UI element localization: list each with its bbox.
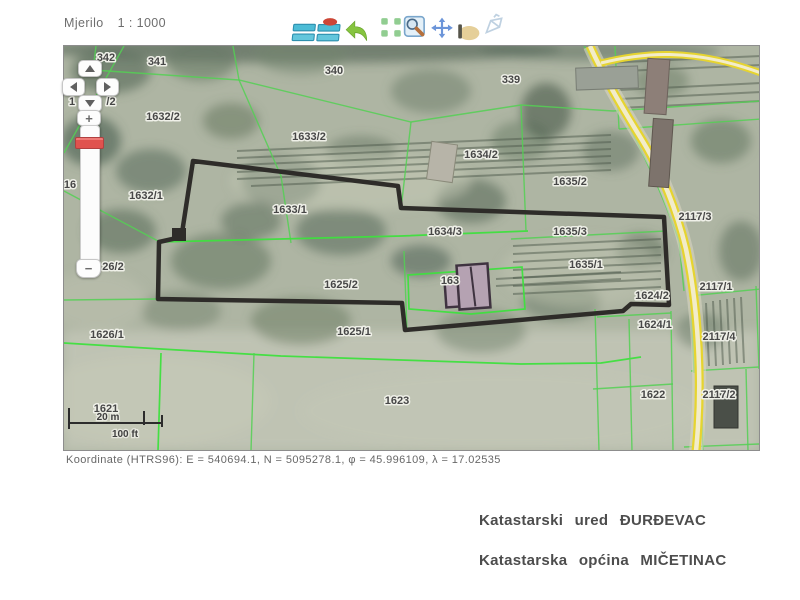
layers-icon[interactable] xyxy=(291,20,317,46)
parcel-label: 1625/2 xyxy=(324,279,358,291)
back-arrow-icon[interactable] xyxy=(344,18,370,44)
parcel-label: 2117/1 xyxy=(699,281,732,293)
parcel-label: 16 xyxy=(64,179,76,191)
parcel-label: 1634/2 xyxy=(464,149,498,161)
zoom-out-button[interactable]: − xyxy=(76,259,101,278)
cadastral-office-line: Katastarski ured ĐURĐEVAC xyxy=(479,512,707,529)
pan-up-button[interactable] xyxy=(78,60,102,77)
down-arrow-icon xyxy=(85,100,95,107)
parcel-label: 1632/2 xyxy=(146,111,180,123)
scale-bar-meters: 20 m xyxy=(97,412,120,423)
right-arrow-icon xyxy=(104,82,111,92)
scale-label: Mjerilo xyxy=(64,16,104,30)
faded-printer-icon[interactable] xyxy=(481,13,507,39)
parcel-label: 1625/1 xyxy=(337,326,371,338)
pan-right-button[interactable] xyxy=(96,78,119,96)
parcel-label: 26/2 xyxy=(102,261,123,273)
parcel-label: 339 xyxy=(502,74,520,86)
parcel-label: 1634/3 xyxy=(428,226,462,238)
parcel-label: 1626/1 xyxy=(90,329,124,341)
parcel-label: 1635/2 xyxy=(553,176,587,188)
parcel-label: 2117/2 xyxy=(702,389,735,401)
scale-value: 1 : 1000 xyxy=(117,16,167,30)
up-arrow-icon xyxy=(85,65,95,72)
parcel-label: 163 xyxy=(441,275,459,287)
parcel-label: 1623 xyxy=(385,395,409,407)
zoom-slider-handle[interactable] xyxy=(75,137,104,149)
parcel-label: 1632/1 xyxy=(129,190,163,202)
zoom-select-icon[interactable] xyxy=(403,15,429,41)
parcel-label: 2117/3 xyxy=(678,211,711,223)
left-arrow-icon xyxy=(70,82,77,92)
cadastral-municipality-line: Katastarska općina MIČETINAC xyxy=(479,552,727,569)
parcel-label: 1622 xyxy=(641,389,665,401)
identify-icon[interactable] xyxy=(455,19,481,45)
pan-icon[interactable] xyxy=(429,16,455,42)
layers-edit-icon[interactable] xyxy=(316,17,342,43)
parcel-label: 1633/1 xyxy=(273,204,307,216)
coordinates-readout: Koordinate (HTRS96): E = 540694.1, N = 5… xyxy=(66,454,501,466)
pan-left-button[interactable] xyxy=(62,78,85,96)
parcel-label: /2 xyxy=(106,96,115,108)
parcel-label: 1635/1 xyxy=(569,259,603,271)
parcel-label: 1635/3 xyxy=(553,226,587,238)
boundary-node xyxy=(172,228,186,241)
scale-indicator: Mjerilo 1 : 1000 xyxy=(64,16,166,30)
parcel-label: 1624/2 xyxy=(635,290,669,302)
parcel-label: 1 xyxy=(69,96,75,108)
parcel-label: 2117/4 xyxy=(702,331,736,343)
parcel-label: 1633/2 xyxy=(292,131,326,143)
parcel-label: 340 xyxy=(325,65,343,77)
map-canvas[interactable]: 342 3413403391632/21633/21634/21635/21632… xyxy=(64,46,759,450)
scale-bar-feet: 100 ft xyxy=(112,429,139,440)
zoom-in-button[interactable]: + xyxy=(77,110,101,126)
parcel-label: 1624/1 xyxy=(638,319,672,331)
full-extent-icon[interactable] xyxy=(378,16,404,42)
map-viewport[interactable]: 342 341 340 339 1632/2 1633/2 1634/2 1635/2 1632… xyxy=(63,45,760,451)
parcel-label: 341 xyxy=(148,56,166,68)
